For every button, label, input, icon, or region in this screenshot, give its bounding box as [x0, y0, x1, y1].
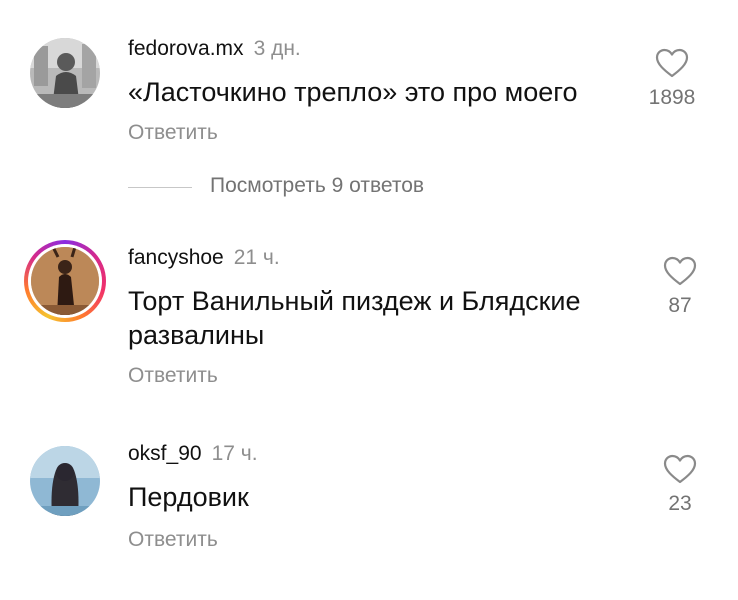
like-button[interactable]: 23 [640, 454, 720, 516]
comment-text: Пердовик [128, 482, 249, 512]
comment-item: fancyshoe 21 ч. Торт Ванильный пиздеж и Б… [0, 230, 738, 410]
story-ring[interactable] [24, 240, 106, 322]
like-count: 1898 [648, 86, 696, 109]
heart-outline-icon [655, 48, 689, 78]
comment-text: Торт Ванильный пиздеж и Блядские развали… [128, 286, 581, 350]
comment-meta: oksf_90 17 ч. [128, 442, 258, 466]
divider [128, 187, 192, 188]
comment-text: «Ласточкино трепло» это про моего [128, 77, 578, 107]
avatar[interactable] [30, 38, 100, 108]
comment-time: 21 ч. [233, 246, 280, 269]
username[interactable]: fedorova.mx [128, 37, 244, 60]
like-button[interactable]: 87 [640, 256, 720, 318]
heart-outline-icon [663, 256, 697, 286]
reply-button[interactable]: Ответить [128, 364, 218, 388]
like-button[interactable]: 1898 [632, 48, 712, 110]
reply-button[interactable]: Ответить [128, 121, 218, 145]
comment-meta: fedorova.mx 3 дн. [128, 37, 301, 61]
comment-time: 3 дн. [253, 37, 301, 60]
view-replies-link[interactable]: Посмотреть 9 ответов [210, 174, 424, 198]
like-count: 23 [668, 492, 692, 515]
comment-item: fedorova.mx 3 дн. «Ласточкино трепло» это… [0, 0, 738, 170]
avatar[interactable] [30, 446, 100, 516]
username[interactable]: oksf_90 [128, 442, 202, 465]
username[interactable]: fancyshoe [128, 246, 224, 269]
comment-meta: fancyshoe 21 ч. [128, 246, 280, 270]
reply-button[interactable]: Ответить [128, 528, 218, 552]
comment-item: oksf_90 17 ч. Пердовик Ответить 23 [0, 432, 738, 582]
comment-time: 17 ч. [211, 442, 258, 465]
heart-outline-icon [663, 454, 697, 484]
avatar[interactable] [31, 247, 99, 315]
like-count: 87 [668, 294, 692, 317]
